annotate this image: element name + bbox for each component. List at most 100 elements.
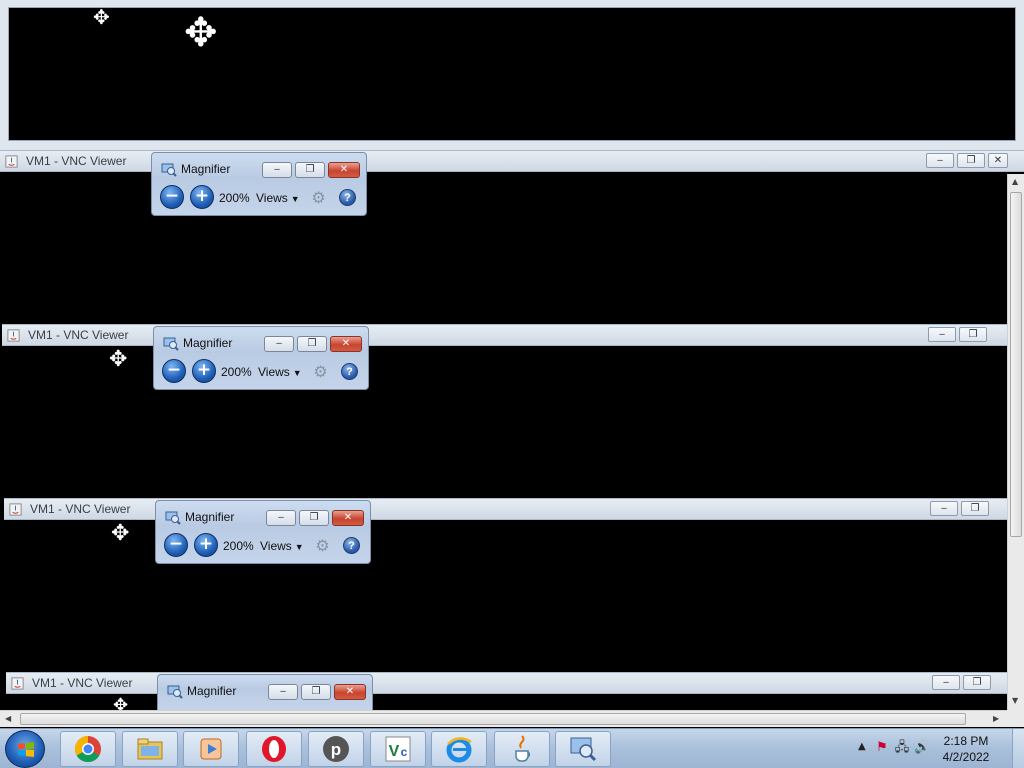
magnifier-title: Magnifier bbox=[181, 162, 231, 176]
close-button[interactable]: ✕ bbox=[988, 153, 1008, 168]
close-button[interactable]: ✕ bbox=[334, 684, 366, 700]
plus-icon: + bbox=[194, 185, 210, 206]
java-icon bbox=[515, 735, 531, 762]
restore-button[interactable]: ❐ bbox=[297, 336, 327, 352]
network-icon[interactable]: 🖧 bbox=[894, 740, 910, 756]
close-button[interactable]: ✕ bbox=[332, 510, 364, 526]
svg-text:p: p bbox=[331, 740, 341, 759]
vnc-window-title: VM1 - VNC Viewer bbox=[30, 502, 131, 516]
psiphon-icon: p bbox=[323, 736, 349, 762]
zoom-out-button[interactable]: − bbox=[160, 185, 184, 209]
close-icon: ✕ bbox=[993, 154, 1003, 166]
scroll-down-icon[interactable]: ▼ bbox=[1012, 696, 1018, 705]
system-tray: ▲ ⚑ 🖧 🔊 2:18 PM 4/2/2022 bbox=[832, 729, 1012, 768]
restore-button[interactable]: ❐ bbox=[957, 153, 985, 168]
magnifier-window-1[interactable]: Magnifier ‒ ❐ ✕ − + 200% Views ▼ ⚙ ? bbox=[151, 152, 367, 216]
move-cursor-icon: ✥ bbox=[109, 347, 128, 372]
magnifier-app-icon bbox=[163, 337, 179, 351]
show-hidden-icons-icon[interactable]: ▲ bbox=[858, 741, 866, 752]
restore-icon: ❐ bbox=[309, 512, 319, 523]
restore-button[interactable]: ❐ bbox=[963, 675, 991, 690]
minimize-button[interactable]: ‒ bbox=[932, 675, 960, 690]
scroll-left-icon[interactable]: ◀ bbox=[5, 714, 11, 723]
zoom-level: 200% bbox=[223, 539, 254, 553]
clock[interactable]: 2:18 PM 4/2/2022 bbox=[936, 733, 996, 765]
scroll-up-icon[interactable]: ▲ bbox=[1012, 177, 1018, 186]
views-label: Views bbox=[258, 365, 290, 379]
minimize-button[interactable]: ‒ bbox=[262, 162, 292, 178]
taskbar-java[interactable] bbox=[494, 731, 550, 767]
magnifier-window-3[interactable]: Magnifier ‒ ❐ ✕ − + 200% Views ▼ ⚙ ? bbox=[155, 500, 371, 564]
nested-vnc-display-top bbox=[8, 7, 1016, 141]
taskbar-vnc-viewer[interactable]: V c bbox=[370, 731, 426, 767]
minimize-button[interactable]: ‒ bbox=[264, 336, 294, 352]
plus-icon: + bbox=[198, 533, 214, 554]
vertical-scroll-thumb[interactable] bbox=[1010, 192, 1022, 537]
minimize-icon: ‒ bbox=[942, 676, 950, 688]
zoom-out-button[interactable]: − bbox=[162, 359, 186, 383]
restore-button[interactable]: ❐ bbox=[301, 684, 331, 700]
action-center-flag-icon[interactable]: ⚑ bbox=[874, 740, 890, 756]
chrome-icon bbox=[74, 735, 101, 763]
help-icon[interactable]: ? bbox=[343, 537, 360, 554]
magnifier-window-4[interactable]: Magnifier ‒ ❐ ✕ bbox=[157, 674, 373, 710]
taskbar-magnifier[interactable] bbox=[555, 731, 611, 767]
gear-icon[interactable]: ⚙ bbox=[310, 189, 327, 206]
restore-button[interactable]: ❐ bbox=[299, 510, 329, 526]
taskbar-opera[interactable] bbox=[246, 731, 302, 767]
minimize-button[interactable]: ‒ bbox=[926, 153, 954, 168]
views-dropdown[interactable]: Views ▼ bbox=[256, 191, 300, 205]
scroll-right-icon[interactable]: ▶ bbox=[993, 714, 999, 723]
magnifier-window-2[interactable]: Magnifier ‒ ❐ ✕ − + 200% Views ▼ ⚙ ? bbox=[153, 326, 369, 390]
vertical-scrollbar[interactable]: ▲ ▼ bbox=[1007, 174, 1024, 710]
magnifier-app-icon bbox=[165, 511, 181, 525]
close-button[interactable]: ✕ bbox=[328, 162, 360, 178]
help-icon[interactable]: ? bbox=[339, 189, 356, 206]
minimize-button[interactable]: ‒ bbox=[268, 684, 298, 700]
zoom-out-button[interactable]: − bbox=[164, 533, 188, 557]
gear-icon[interactable]: ⚙ bbox=[314, 537, 331, 554]
show-desktop-button[interactable] bbox=[1012, 729, 1024, 768]
vnc-window-title: VM1 - VNC Viewer bbox=[32, 676, 133, 690]
magnifier-title: Magnifier bbox=[183, 336, 233, 350]
volume-icon[interactable]: 🔊 bbox=[914, 740, 930, 756]
magnifier-window-controls: ‒ ❐ ✕ bbox=[262, 162, 360, 178]
magnifier-toolbar: − + 200% Views ▼ ⚙ ? bbox=[152, 182, 366, 213]
taskbar-media-player[interactable] bbox=[183, 731, 239, 767]
taskbar-explorer[interactable] bbox=[122, 731, 178, 767]
taskbar-chrome[interactable] bbox=[60, 731, 116, 767]
restore-icon: ❐ bbox=[305, 164, 315, 175]
taskbar-psiphon[interactable]: p bbox=[308, 731, 364, 767]
close-button[interactable]: ✕ bbox=[330, 336, 362, 352]
magnifier-toolbar: − + 200% Views ▼ ⚙ ? bbox=[154, 356, 368, 387]
restore-button[interactable]: ❐ bbox=[961, 501, 989, 516]
horizontal-scrollbar[interactable]: ◀ ▶ bbox=[0, 710, 1007, 727]
restore-button[interactable]: ❐ bbox=[295, 162, 325, 178]
java-app-icon bbox=[11, 677, 24, 690]
vnc-viewer-icon: V c bbox=[385, 736, 411, 762]
minimize-icon: ‒ bbox=[938, 328, 946, 340]
start-button[interactable] bbox=[5, 730, 45, 768]
zoom-in-button[interactable]: + bbox=[190, 185, 214, 209]
help-icon[interactable]: ? bbox=[341, 363, 358, 380]
zoom-in-button[interactable]: + bbox=[194, 533, 218, 557]
restore-button[interactable]: ❐ bbox=[959, 327, 987, 342]
views-dropdown[interactable]: Views ▼ bbox=[258, 365, 302, 379]
minimize-button[interactable]: ‒ bbox=[928, 327, 956, 342]
java-app-icon bbox=[5, 155, 18, 168]
minus-icon: − bbox=[166, 359, 182, 380]
horizontal-scroll-thumb[interactable] bbox=[20, 713, 966, 725]
minimize-button[interactable]: ‒ bbox=[930, 501, 958, 516]
close-icon: ✕ bbox=[343, 512, 353, 523]
minimize-icon: ‒ bbox=[275, 338, 283, 349]
taskbar-internet-explorer[interactable] bbox=[431, 731, 487, 767]
views-dropdown[interactable]: Views ▼ bbox=[260, 539, 304, 553]
restore-icon: ❐ bbox=[311, 686, 321, 697]
window-controls: ‒ ❐ bbox=[930, 501, 989, 517]
gear-icon[interactable]: ⚙ bbox=[312, 363, 329, 380]
svg-text:V: V bbox=[389, 743, 400, 760]
magnifier-app-icon bbox=[161, 163, 177, 177]
zoom-in-button[interactable]: + bbox=[192, 359, 216, 383]
magnifier-toolbar: − + 200% Views ▼ ⚙ ? bbox=[156, 530, 370, 561]
minimize-button[interactable]: ‒ bbox=[266, 510, 296, 526]
